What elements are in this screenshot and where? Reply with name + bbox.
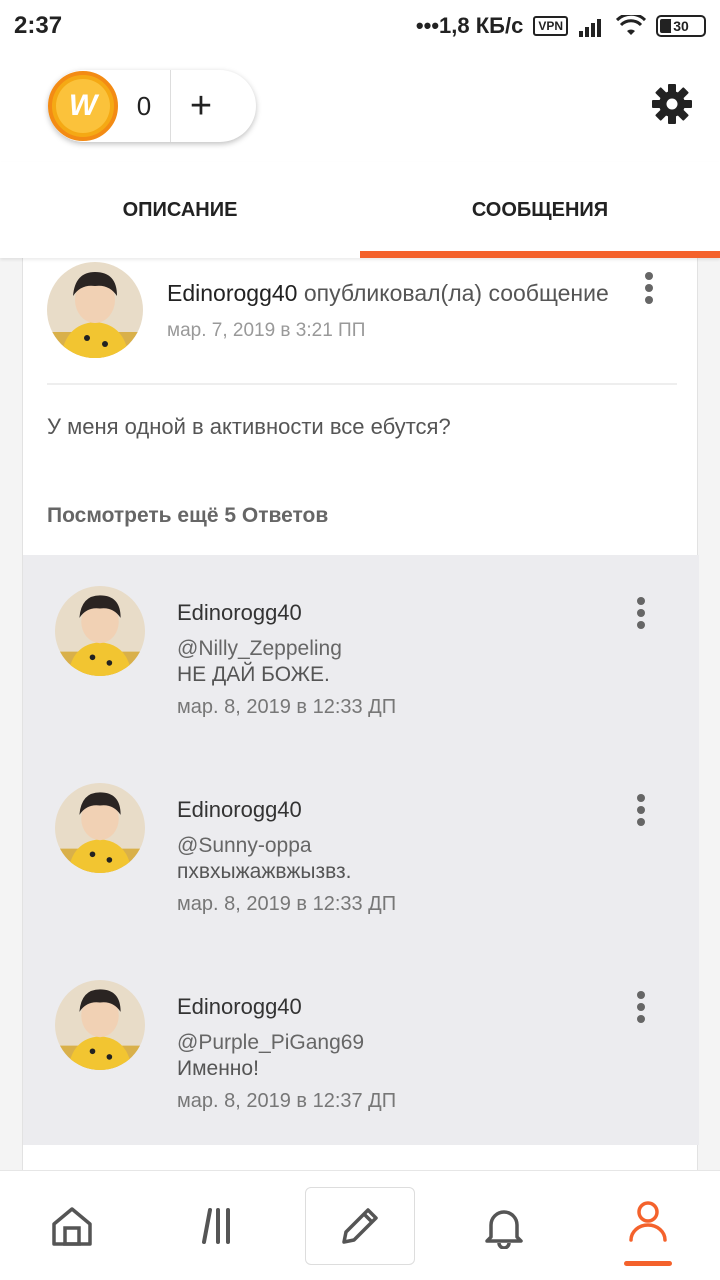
avatar[interactable] bbox=[47, 262, 143, 358]
status-bar: 2:37 •••1,8 КБ/с VPN 30 bbox=[0, 0, 720, 52]
signal-icon bbox=[579, 19, 601, 37]
nav-home[interactable] bbox=[0, 1171, 144, 1280]
reply-date: мар. 8, 2019 в 12:37 ДП bbox=[177, 1090, 397, 1112]
divider bbox=[47, 383, 677, 385]
nav-write[interactable] bbox=[288, 1171, 432, 1280]
post-author[interactable]: Edinorogg40 bbox=[167, 280, 297, 306]
post-header: Edinorogg40 опубликовал(ла) сообщение ма… bbox=[47, 262, 677, 372]
post-body: У меня одной в активности все ебутся? bbox=[47, 414, 451, 439]
nav-profile[interactable] bbox=[576, 1171, 720, 1280]
coin-count: 0 bbox=[136, 90, 152, 121]
post-action: опубликовал(ла) сообщение bbox=[303, 280, 609, 306]
top-bar: W 0 + bbox=[0, 52, 720, 162]
reply-date: мар. 8, 2019 в 12:33 ДП bbox=[177, 696, 397, 718]
reply-author[interactable]: Edinorogg40 bbox=[177, 797, 302, 823]
status-time: 2:37 bbox=[14, 12, 63, 39]
bell-icon bbox=[485, 1209, 523, 1249]
reply-mention[interactable]: @Purple_PiGang69 bbox=[177, 1031, 364, 1055]
home-icon bbox=[52, 1206, 92, 1246]
tab-messages[interactable]: СООБЩЕНИЯ bbox=[360, 162, 720, 258]
tab-description[interactable]: ОПИСАНИЕ bbox=[0, 162, 360, 258]
reply-mention[interactable]: @Nilly_Zeppeling bbox=[177, 637, 342, 661]
reply-date: мар. 8, 2019 в 12:33 ДП bbox=[177, 893, 397, 915]
post-more-icon[interactable] bbox=[639, 272, 659, 304]
reply-author[interactable]: Edinorogg40 bbox=[177, 600, 302, 626]
avatar[interactable] bbox=[55, 783, 145, 873]
nav-library[interactable] bbox=[144, 1171, 288, 1280]
gear-icon[interactable] bbox=[650, 82, 694, 126]
add-coins-button[interactable]: + bbox=[171, 70, 231, 142]
status-icons: •••1,8 КБ/с VPN 30 bbox=[416, 13, 706, 39]
coin-wallet[interactable]: W 0 + bbox=[48, 70, 256, 142]
view-more-replies-link[interactable]: Посмотреть ещё 5 Ответов bbox=[47, 504, 328, 528]
reply-more-icon[interactable] bbox=[631, 597, 651, 629]
message-feed[interactable]: Edinorogg40 опубликовал(ла) сообщение ма… bbox=[0, 258, 720, 1170]
avatar[interactable] bbox=[55, 980, 145, 1070]
bottom-nav bbox=[0, 1170, 720, 1280]
write-button[interactable] bbox=[305, 1186, 415, 1265]
library-icon bbox=[202, 1207, 230, 1244]
pencil-icon bbox=[342, 1207, 378, 1244]
tab-bar: ОПИСАНИЕ СООБЩЕНИЯ bbox=[0, 162, 720, 258]
battery-icon: 30 bbox=[656, 15, 706, 37]
reply-text: НЕ ДАЙ БОЖЕ. bbox=[177, 663, 330, 686]
reply-text: Именно! bbox=[177, 1057, 259, 1080]
reply-item: Edinorogg40 @Purple_PiGang69 Именно! мар… bbox=[23, 949, 699, 1146]
coin-symbol: W bbox=[56, 79, 110, 133]
reply-text: пхвхыжажвжызвз. bbox=[177, 860, 352, 883]
profile-icon bbox=[629, 1200, 667, 1242]
reply-mention[interactable]: @Sunny-oppa bbox=[177, 834, 312, 858]
avatar[interactable] bbox=[55, 586, 145, 676]
vpn-badge: VPN bbox=[533, 16, 568, 36]
reply-item: Edinorogg40 @Nilly_Zeppeling НЕ ДАЙ БОЖЕ… bbox=[23, 555, 699, 752]
reply-more-icon[interactable] bbox=[631, 794, 651, 826]
battery-level: 30 bbox=[671, 18, 691, 34]
coin-icon: W bbox=[48, 71, 118, 141]
message-card: Edinorogg40 опубликовал(ла) сообщение ма… bbox=[22, 258, 699, 1170]
post-date: мар. 7, 2019 в 3:21 ПП bbox=[167, 320, 366, 341]
reply-author[interactable]: Edinorogg40 bbox=[177, 994, 302, 1020]
post-author-line: Edinorogg40 опубликовал(ла) сообщение bbox=[167, 280, 609, 307]
network-speed: •••1,8 КБ/с bbox=[415, 13, 524, 38]
replies-list: Edinorogg40 @Nilly_Zeppeling НЕ ДАЙ БОЖЕ… bbox=[23, 555, 699, 1145]
reply-item: Edinorogg40 @Sunny-oppa пхвхыжажвжызвз. … bbox=[23, 752, 699, 949]
wifi-icon bbox=[616, 15, 646, 35]
reply-more-icon[interactable] bbox=[631, 991, 651, 1023]
nav-notifications[interactable] bbox=[432, 1171, 576, 1280]
